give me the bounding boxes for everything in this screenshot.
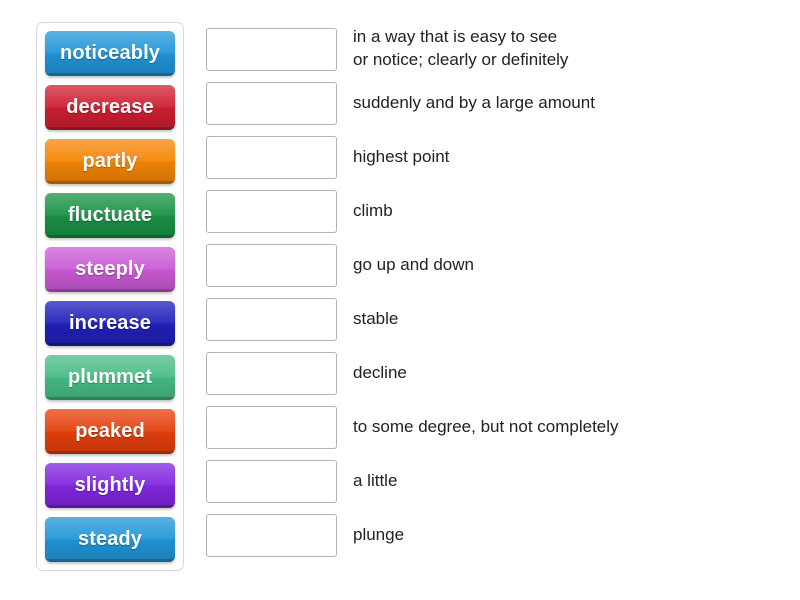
word-tile-label: partly [82, 150, 138, 172]
drop-zone[interactable] [206, 189, 337, 233]
word-tile-label: steady [78, 528, 142, 550]
word-tile[interactable]: decrease [45, 85, 175, 130]
answer-row: go up and down [206, 238, 766, 292]
answer-row: to some degree, but not completely [206, 400, 766, 454]
word-tile-label: plummet [67, 366, 153, 388]
word-tile-label: decrease [66, 96, 154, 118]
word-tile-label: noticeably [60, 42, 160, 64]
word-tile-label: peaked [75, 420, 145, 442]
definition-text: decline [353, 362, 407, 382]
word-tile-label: fluctuate [67, 204, 153, 226]
word-tile[interactable]: steady [45, 517, 175, 562]
answer-row: decline [206, 346, 766, 400]
answer-row: stable [206, 292, 766, 346]
word-tile[interactable]: slightly [45, 463, 175, 508]
answer-row: climb [206, 184, 766, 238]
definition-text: plunge [353, 524, 405, 544]
word-tile-label: increase [69, 312, 151, 334]
word-tile[interactable]: increase [45, 301, 175, 346]
drop-zone[interactable] [206, 81, 337, 125]
word-tile[interactable]: peaked [45, 409, 175, 454]
word-tile[interactable]: steeply [45, 247, 175, 292]
answer-row: plunge [206, 508, 766, 562]
definition-text: go up and down [353, 254, 474, 274]
word-tile[interactable]: partly [45, 139, 175, 184]
definition-text: highest point [353, 146, 450, 166]
answer-row: a little [206, 454, 766, 508]
definition-text: suddenly and by a large amount [353, 92, 595, 112]
answer-row: in a way that is easy to see or notice; … [206, 22, 766, 76]
word-tile-panel: noticeably decrease partly fluctuate steeply… [36, 22, 184, 571]
drop-zone[interactable] [206, 513, 337, 557]
definition-text: climb [353, 200, 393, 220]
drop-zone[interactable] [206, 27, 337, 71]
word-tile[interactable]: fluctuate [45, 193, 175, 238]
definition-text: stable [353, 308, 399, 328]
answer-row: highest point [206, 130, 766, 184]
drop-zone[interactable] [206, 405, 337, 449]
drop-zone[interactable] [206, 459, 337, 503]
drop-zone[interactable] [206, 297, 337, 341]
answer-row: suddenly and by a large amount [206, 76, 766, 130]
match-up-activity: noticeably decrease partly fluctuate steeply… [0, 0, 800, 600]
word-tile[interactable]: noticeably [45, 31, 175, 76]
answer-row-list: in a way that is easy to see or notice; … [206, 22, 766, 562]
word-tile-label: slightly [74, 474, 146, 496]
definition-text: to some degree, but not completely [353, 416, 619, 436]
definition-text: in a way that is easy to see or notice; … [353, 27, 569, 69]
drop-zone[interactable] [206, 351, 337, 395]
word-tile[interactable]: plummet [45, 355, 175, 400]
definition-text: a little [353, 470, 398, 490]
drop-zone[interactable] [206, 243, 337, 287]
word-tile-label: steeply [75, 258, 145, 280]
drop-zone[interactable] [206, 135, 337, 179]
